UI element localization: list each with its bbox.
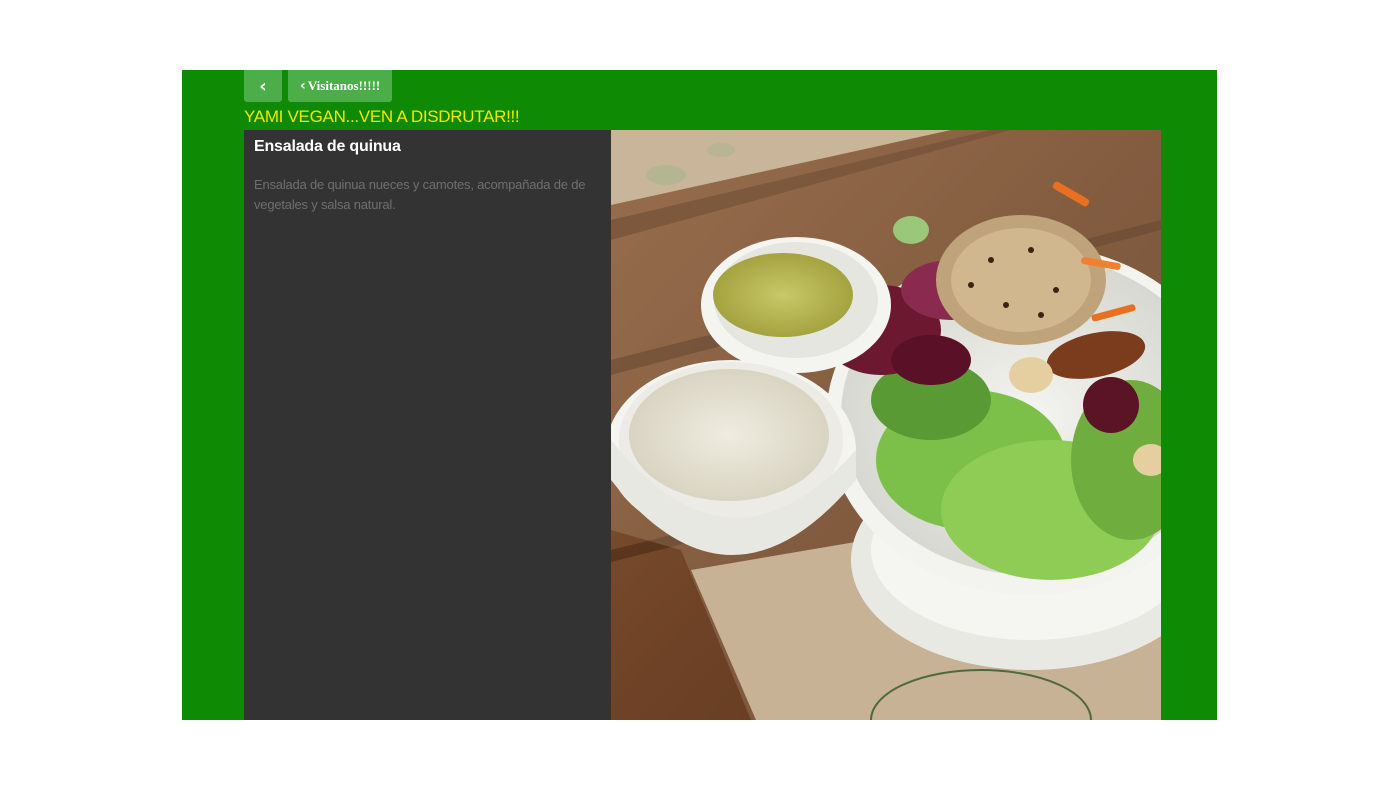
page-container: ‹ ‹ Visitanos!!!!! YAMI VEGAN...VEN A DI… [182,70,1217,720]
visit-button-label: Visitanos!!!!! [307,78,381,93]
top-nav: ‹ ‹ Visitanos!!!!! [244,70,393,102]
product-title: Ensalada de quinua [254,138,401,155]
chevron-left-icon: ‹ [300,78,306,94]
product-description: Ensalada de quinua nueces y camotes, aco… [254,177,586,212]
product-card: Ensalada de quinua Ensalada de quinua nu… [244,130,1161,720]
product-info-panel: Ensalada de quinua Ensalada de quinua nu… [244,130,611,720]
visit-button[interactable]: ‹ Visitanos!!!!! [288,70,393,102]
chevron-left-icon: ‹ [259,75,267,97]
product-photo [611,130,1161,720]
back-button[interactable]: ‹ [244,70,282,102]
salad-photo-illustration [611,130,1161,720]
page-title: YAMI VEGAN...VEN A DISDRUTAR!!! [244,107,520,126]
